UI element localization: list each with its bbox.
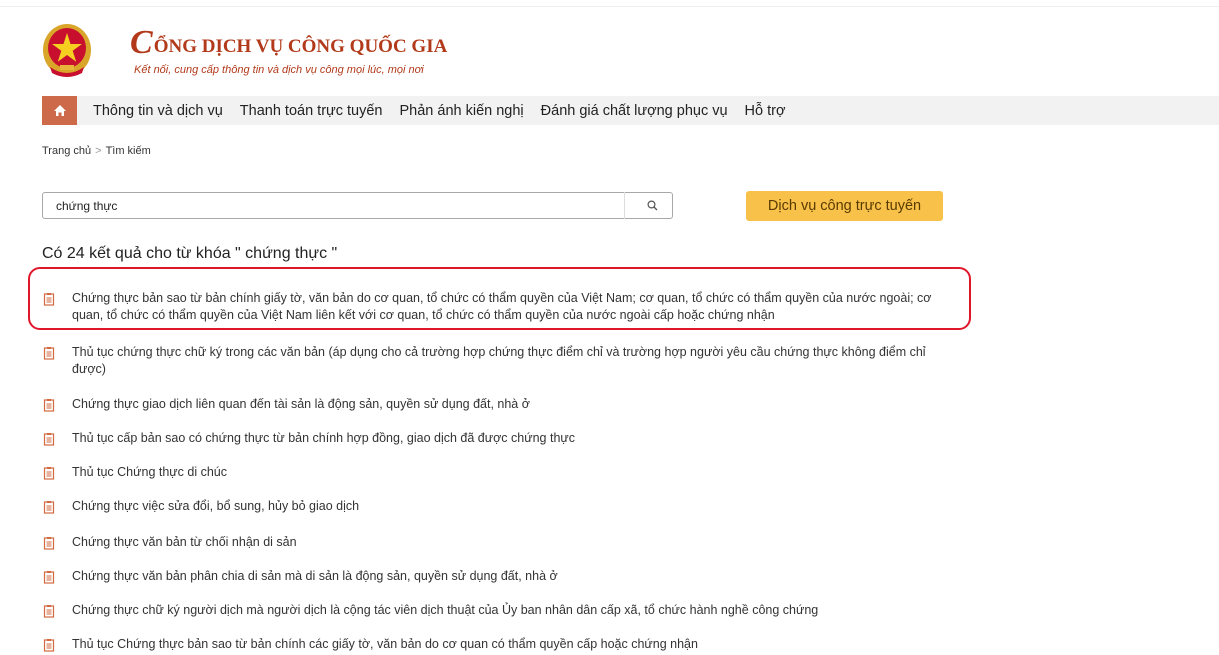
portal-logo[interactable]: C ỔNG DỊCH VỤ CÔNG QUỐC GIA <box>130 24 448 61</box>
result-title[interactable]: Thủ tục Chứng thực di chúc <box>72 464 227 481</box>
logo-initial: C <box>130 24 153 61</box>
breadcrumb: Trang chủ > Tìm kiếm <box>42 145 151 157</box>
document-icon <box>43 347 55 360</box>
logo-title: ỔNG DỊCH VỤ CÔNG QUỐC GIA <box>153 36 448 57</box>
nav-item-ho-tro[interactable]: Hỗ trợ <box>745 103 786 119</box>
nav-home-button[interactable] <box>42 96 77 125</box>
result-item[interactable]: Chứng thực chữ ký người dịch mà người dị… <box>42 602 942 619</box>
online-public-service-button[interactable]: Dịch vụ công trực tuyến <box>746 191 943 221</box>
result-title[interactable]: Chứng thực chữ ký người dịch mà người dị… <box>72 602 818 619</box>
nav-item-phan-anh[interactable]: Phản ánh kiến nghị <box>400 103 524 119</box>
breadcrumb-home[interactable]: Trang chủ <box>42 145 91 157</box>
breadcrumb-current: Tìm kiếm <box>105 145 151 157</box>
vietnam-emblem-icon[interactable] <box>42 23 92 78</box>
document-icon <box>43 433 55 446</box>
result-title[interactable]: Thủ tục cấp bản sao có chứng thực từ bản… <box>72 430 575 447</box>
nav-item-thanh-toan[interactable]: Thanh toán trực tuyến <box>240 103 383 119</box>
result-title[interactable]: Chứng thực văn bản từ chối nhận di sản <box>72 534 297 551</box>
result-item[interactable]: Chứng thực văn bản từ chối nhận di sản <box>42 534 942 551</box>
document-icon <box>43 571 55 584</box>
result-title[interactable]: Chứng thực giao dịch liên quan đến tài s… <box>72 396 530 413</box>
search-box <box>42 192 673 219</box>
search-divider <box>624 192 625 219</box>
document-icon <box>43 467 55 480</box>
result-item[interactable]: Chứng thực việc sửa đổi, bổ sung, hủy bỏ… <box>42 498 942 515</box>
top-divider <box>0 6 1219 7</box>
document-icon <box>43 293 55 306</box>
logo-subtitle: Kết nối, cung cấp thông tin và dịch vụ c… <box>134 64 424 76</box>
result-item[interactable]: Chứng thực giao dịch liên quan đến tài s… <box>42 396 942 413</box>
search-input[interactable] <box>43 193 633 218</box>
document-icon <box>43 639 55 652</box>
document-icon <box>43 605 55 618</box>
results-heading: Có 24 kết quả cho từ khóa " chứng thực " <box>42 245 338 262</box>
result-title[interactable]: Chứng thực văn bản phân chia di sản mà d… <box>72 568 558 585</box>
search-button[interactable] <box>632 193 672 218</box>
result-title[interactable]: Chứng thực việc sửa đổi, bổ sung, hủy bỏ… <box>72 498 359 515</box>
document-icon <box>43 537 55 550</box>
home-icon <box>53 105 66 116</box>
result-item[interactable]: Thủ tục Chứng thực di chúc <box>42 464 942 481</box>
result-item[interactable]: Thủ tục Chứng thực bản sao từ bản chính … <box>42 636 942 653</box>
result-item[interactable]: Thủ tục cấp bản sao có chứng thực từ bản… <box>42 430 942 447</box>
result-title[interactable]: Chứng thực bản sao từ bản chính giấy tờ,… <box>72 290 942 324</box>
document-icon <box>43 501 55 514</box>
nav-item-thong-tin-dich-vu[interactable]: Thông tin và dịch vụ <box>93 103 223 119</box>
main-nav: Thông tin và dịch vụ Thanh toán trực tuy… <box>42 96 1219 125</box>
search-icon <box>646 200 657 211</box>
breadcrumb-separator: > <box>95 145 102 157</box>
result-item[interactable]: Chứng thực văn bản phân chia di sản mà d… <box>42 568 942 585</box>
nav-item-danh-gia[interactable]: Đánh giá chất lượng phục vụ <box>541 103 728 119</box>
document-icon <box>43 399 55 412</box>
result-title[interactable]: Thủ tục chứng thực chữ ký trong các văn … <box>72 344 942 378</box>
result-title[interactable]: Thủ tục Chứng thực bản sao từ bản chính … <box>72 636 698 653</box>
result-item[interactable]: Chứng thực bản sao từ bản chính giấy tờ,… <box>42 290 942 324</box>
result-item[interactable]: Thủ tục chứng thực chữ ký trong các văn … <box>42 344 942 378</box>
